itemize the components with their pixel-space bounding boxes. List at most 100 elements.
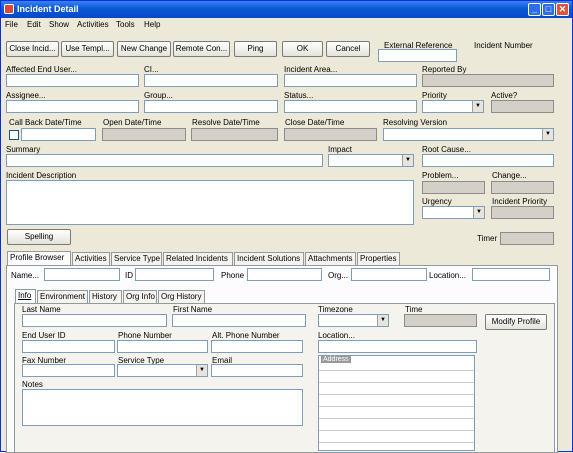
- app-icon: [4, 4, 14, 14]
- chevron-down-icon[interactable]: ▼: [472, 101, 483, 112]
- email-field[interactable]: [211, 364, 303, 377]
- affected-end-user-field[interactable]: [6, 74, 139, 87]
- affected-end-user-label[interactable]: Affected End User...: [6, 65, 77, 74]
- last-name-field[interactable]: [22, 314, 167, 327]
- end-user-id-label: End User ID: [22, 331, 66, 340]
- alt-phone-field[interactable]: [211, 340, 303, 353]
- fax-number-field[interactable]: [22, 364, 115, 377]
- tab-attachments[interactable]: Attachments: [305, 252, 356, 265]
- id-label: ID: [125, 271, 133, 280]
- notes-textarea[interactable]: [22, 389, 303, 426]
- location-info-field[interactable]: [318, 340, 477, 353]
- location-label[interactable]: Location...: [429, 271, 466, 280]
- use-template-button[interactable]: Use Templ...: [61, 41, 114, 57]
- service-type-select[interactable]: ▼: [117, 364, 208, 377]
- tab-incident-solutions[interactable]: Incident Solutions: [234, 252, 304, 265]
- tab-properties[interactable]: Properties: [357, 252, 400, 265]
- resolving-version-select[interactable]: ▼: [383, 128, 554, 141]
- ci-label[interactable]: CI...: [144, 65, 159, 74]
- change-label[interactable]: Change...: [492, 171, 527, 180]
- impact-select[interactable]: ▼: [328, 154, 414, 167]
- spelling-button[interactable]: Spelling: [7, 229, 71, 245]
- org-field[interactable]: [351, 268, 427, 281]
- subtab-info[interactable]: Info: [15, 289, 36, 303]
- open-date-field: [102, 128, 186, 141]
- address-list[interactable]: Address: [318, 355, 475, 451]
- cancel-button[interactable]: Cancel: [326, 41, 370, 57]
- status-label[interactable]: Status...: [284, 91, 313, 100]
- address-header: Address: [321, 356, 351, 363]
- call-back-field[interactable]: [21, 128, 96, 141]
- minimize-icon[interactable]: _: [528, 3, 541, 16]
- priority-select[interactable]: ▼: [422, 100, 484, 113]
- title-bar[interactable]: Incident Detail _ □ ✕: [1, 1, 572, 18]
- chevron-down-icon[interactable]: ▼: [402, 155, 413, 166]
- menu-edit[interactable]: Edit: [27, 20, 41, 29]
- ci-field[interactable]: [144, 74, 278, 87]
- menu-tools[interactable]: Tools: [116, 20, 135, 29]
- tab-profile-browser[interactable]: Profile Browser: [7, 251, 71, 265]
- location-field[interactable]: [472, 268, 550, 281]
- tab-service-type[interactable]: Service Type: [111, 252, 162, 265]
- id-field[interactable]: [135, 268, 214, 281]
- chevron-down-icon[interactable]: ▼: [196, 365, 207, 376]
- remote-console-button[interactable]: Remote Con...: [173, 41, 230, 57]
- urgency-select[interactable]: ▼: [422, 206, 485, 219]
- timezone-select[interactable]: ▼: [318, 314, 389, 327]
- subtab-environment[interactable]: Environment: [37, 290, 88, 303]
- end-user-id-field[interactable]: [22, 340, 115, 353]
- phone-number-field[interactable]: [117, 340, 208, 353]
- incident-description-textarea[interactable]: [6, 180, 414, 225]
- incident-priority-field: [491, 206, 554, 219]
- subtab-org-info[interactable]: Org Info: [123, 290, 157, 303]
- resolve-date-label: Resolve Date/Time: [192, 118, 260, 127]
- change-field: [491, 181, 554, 194]
- assignee-label[interactable]: Assignee...: [6, 91, 46, 100]
- group-field[interactable]: [144, 100, 278, 113]
- org-label[interactable]: Org...: [328, 271, 348, 280]
- close-icon[interactable]: ✕: [556, 3, 569, 16]
- chevron-down-icon[interactable]: ▼: [377, 315, 388, 326]
- ok-button[interactable]: OK: [282, 41, 323, 57]
- root-cause-label[interactable]: Root Cause...: [422, 145, 471, 154]
- menu-file[interactable]: File: [5, 20, 18, 29]
- maximize-icon[interactable]: □: [542, 3, 555, 16]
- group-label[interactable]: Group...: [144, 91, 173, 100]
- incident-area-label[interactable]: Incident Area...: [284, 65, 337, 74]
- incident-detail-window: Incident Detail _ □ ✕ File Edit Show Act…: [0, 0, 573, 453]
- assignee-field[interactable]: [6, 100, 139, 113]
- notes-label: Notes: [22, 380, 43, 389]
- new-change-button[interactable]: New Change: [117, 41, 171, 57]
- menu-help[interactable]: Help: [144, 20, 160, 29]
- urgency-label: Urgency: [422, 197, 452, 206]
- name-field[interactable]: [44, 268, 120, 281]
- address-row-divider: [319, 430, 474, 431]
- chevron-down-icon[interactable]: ▼: [542, 129, 553, 140]
- call-back-checkbox[interactable]: [9, 130, 19, 140]
- incident-priority-label: Incident Priority: [492, 197, 548, 206]
- timezone-label: Timezone: [318, 305, 353, 314]
- close-incident-button[interactable]: Close Incid...: [6, 41, 59, 57]
- root-cause-field[interactable]: [422, 154, 554, 167]
- ping-button[interactable]: Ping: [234, 41, 277, 57]
- menu-activities[interactable]: Activities: [77, 20, 109, 29]
- chevron-down-icon[interactable]: ▼: [473, 207, 484, 218]
- subtab-org-history[interactable]: Org History: [158, 290, 205, 303]
- summary-field[interactable]: [6, 154, 323, 167]
- menu-show[interactable]: Show: [49, 20, 69, 29]
- modify-profile-button[interactable]: Modify Profile: [485, 314, 547, 330]
- reported-by-field: [422, 74, 554, 87]
- problem-label[interactable]: Problem...: [422, 171, 458, 180]
- tab-related-incidents[interactable]: Related Incidents: [163, 252, 233, 265]
- incident-area-field[interactable]: [284, 74, 417, 87]
- location-info-label[interactable]: Location...: [318, 331, 355, 340]
- phone-field[interactable]: [247, 268, 322, 281]
- external-reference-field[interactable]: [378, 49, 457, 62]
- active-label: Active?: [491, 91, 518, 100]
- status-field[interactable]: [284, 100, 417, 113]
- address-row-divider: [319, 406, 474, 407]
- first-name-field[interactable]: [172, 314, 306, 327]
- name-label[interactable]: Name...: [11, 271, 39, 280]
- subtab-history[interactable]: History: [89, 290, 122, 303]
- tab-activities[interactable]: Activities: [72, 252, 110, 265]
